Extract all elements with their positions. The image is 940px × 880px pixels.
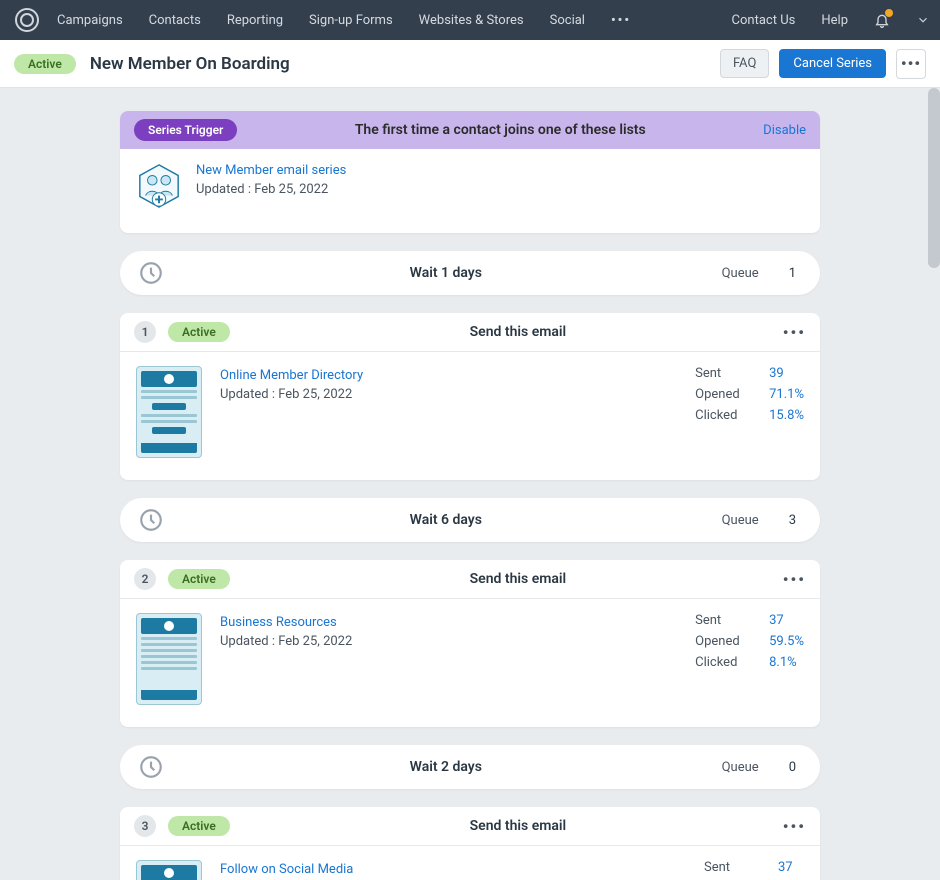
stat-opened-value[interactable]: 59.5% bbox=[769, 634, 804, 649]
queue-label: Queue bbox=[722, 513, 759, 528]
trigger-updated: Updated : Feb 25, 2022 bbox=[196, 182, 346, 197]
contacts-hex-icon bbox=[136, 163, 182, 209]
email-updated: Updated : Feb 25, 2022 bbox=[220, 387, 677, 402]
stat-sent-label: Sent bbox=[704, 860, 756, 875]
nav-social[interactable]: Social bbox=[550, 13, 585, 28]
clock-icon bbox=[138, 754, 164, 780]
wait-text: Wait 1 days bbox=[170, 265, 722, 281]
wait-step-1: Wait 1 days Queue 1 bbox=[120, 251, 820, 295]
stat-opened-value[interactable]: 71.1% bbox=[769, 387, 804, 402]
email-thumbnail[interactable] bbox=[136, 860, 202, 880]
stat-clicked-value[interactable]: 8.1% bbox=[769, 655, 797, 670]
trigger-description: The first time a contact joins one of th… bbox=[237, 122, 763, 138]
queue-label: Queue bbox=[722, 760, 759, 775]
email-stats: Sent 37 Opened 59.5% Clicked 8.1% bbox=[695, 613, 804, 705]
nav-contacts[interactable]: Contacts bbox=[149, 13, 201, 28]
stat-opened-label: Opened bbox=[695, 387, 747, 402]
nav-more-icon[interactable]: ••• bbox=[611, 13, 631, 28]
notification-badge bbox=[885, 9, 893, 17]
queue-value: 1 bbox=[789, 266, 796, 281]
series-flow: Series Trigger The first time a contact … bbox=[120, 111, 820, 880]
step-title: Send this email bbox=[230, 818, 806, 834]
email-step-3: 3 Active Send this email ••• Follow on S… bbox=[120, 807, 820, 880]
email-step-2: 2 Active Send this email ••• Business Re… bbox=[120, 560, 820, 727]
step-status-pill: Active bbox=[168, 816, 230, 836]
step-status-pill: Active bbox=[168, 322, 230, 342]
series-title: New Member On Boarding bbox=[90, 54, 290, 74]
clock-icon bbox=[138, 507, 164, 533]
nav-reporting[interactable]: Reporting bbox=[227, 13, 283, 28]
email-stats: Sent 37 bbox=[704, 860, 804, 880]
wait-step-2: Wait 6 days Queue 3 bbox=[120, 498, 820, 542]
step-more-button[interactable]: ••• bbox=[783, 323, 806, 342]
trigger-header: Series Trigger The first time a contact … bbox=[120, 111, 820, 149]
nav-websites-stores[interactable]: Websites & Stores bbox=[419, 13, 524, 28]
step-number: 1 bbox=[134, 321, 156, 343]
email-thumbnail[interactable] bbox=[136, 366, 202, 458]
stat-opened-label: Opened bbox=[695, 634, 747, 649]
wait-text: Wait 2 days bbox=[170, 759, 722, 775]
wait-step-3: Wait 2 days Queue 0 bbox=[120, 745, 820, 789]
trigger-list-link[interactable]: New Member email series bbox=[196, 163, 346, 178]
step-title: Send this email bbox=[230, 571, 806, 587]
stat-sent-value[interactable]: 37 bbox=[769, 613, 784, 628]
wait-text: Wait 6 days bbox=[170, 512, 722, 528]
cancel-series-button[interactable]: Cancel Series bbox=[779, 49, 886, 78]
email-stats: Sent 39 Opened 71.1% Clicked 15.8% bbox=[695, 366, 804, 458]
trigger-card: Series Trigger The first time a contact … bbox=[120, 111, 820, 233]
queue-value: 0 bbox=[789, 760, 796, 775]
notifications-icon[interactable] bbox=[874, 12, 890, 28]
series-more-button[interactable]: ••• bbox=[896, 49, 926, 79]
nav-right: Contact Us Help bbox=[732, 12, 930, 28]
scrollbar-thumb[interactable] bbox=[928, 88, 940, 268]
email-updated: Updated : Feb 25, 2022 bbox=[220, 634, 677, 649]
disable-trigger-link[interactable]: Disable bbox=[763, 123, 806, 138]
nav-help[interactable]: Help bbox=[821, 13, 848, 28]
email-step-1: 1 Active Send this email ••• Online Memb… bbox=[120, 313, 820, 480]
nav-signup-forms[interactable]: Sign-up Forms bbox=[309, 13, 393, 28]
series-header: Active New Member On Boarding FAQ Cancel… bbox=[0, 40, 940, 88]
queue-label: Queue bbox=[722, 266, 759, 281]
stat-clicked-label: Clicked bbox=[695, 408, 747, 423]
content-scroll: Series Trigger The first time a contact … bbox=[0, 88, 940, 880]
brand-logo-icon[interactable] bbox=[15, 8, 39, 32]
queue-value: 3 bbox=[789, 513, 796, 528]
stat-sent-label: Sent bbox=[695, 366, 747, 381]
series-status-pill: Active bbox=[14, 54, 76, 74]
step-more-button[interactable]: ••• bbox=[783, 570, 806, 589]
stat-sent-value[interactable]: 37 bbox=[778, 860, 793, 875]
stat-clicked-label: Clicked bbox=[695, 655, 747, 670]
email-name-link[interactable]: Online Member Directory bbox=[220, 368, 677, 383]
email-thumbnail[interactable] bbox=[136, 613, 202, 705]
trigger-pill: Series Trigger bbox=[134, 119, 237, 141]
faq-button[interactable]: FAQ bbox=[720, 49, 769, 78]
email-name-link[interactable]: Business Resources bbox=[220, 615, 677, 630]
nav-campaigns[interactable]: Campaigns bbox=[57, 13, 123, 28]
stat-sent-label: Sent bbox=[695, 613, 747, 628]
nav-contact-us[interactable]: Contact Us bbox=[732, 13, 796, 28]
step-number: 3 bbox=[134, 815, 156, 837]
step-number: 2 bbox=[134, 568, 156, 590]
step-status-pill: Active bbox=[168, 569, 230, 589]
step-more-button[interactable]: ••• bbox=[783, 817, 806, 836]
nav-items: Campaigns Contacts Reporting Sign-up For… bbox=[57, 13, 631, 28]
clock-icon bbox=[138, 260, 164, 286]
stat-sent-value[interactable]: 39 bbox=[769, 366, 784, 381]
account-chevron-icon[interactable] bbox=[916, 13, 930, 27]
top-nav: Campaigns Contacts Reporting Sign-up For… bbox=[0, 0, 940, 40]
stat-clicked-value[interactable]: 15.8% bbox=[769, 408, 804, 423]
step-title: Send this email bbox=[230, 324, 806, 340]
email-name-link[interactable]: Follow on Social Media bbox=[220, 862, 686, 877]
